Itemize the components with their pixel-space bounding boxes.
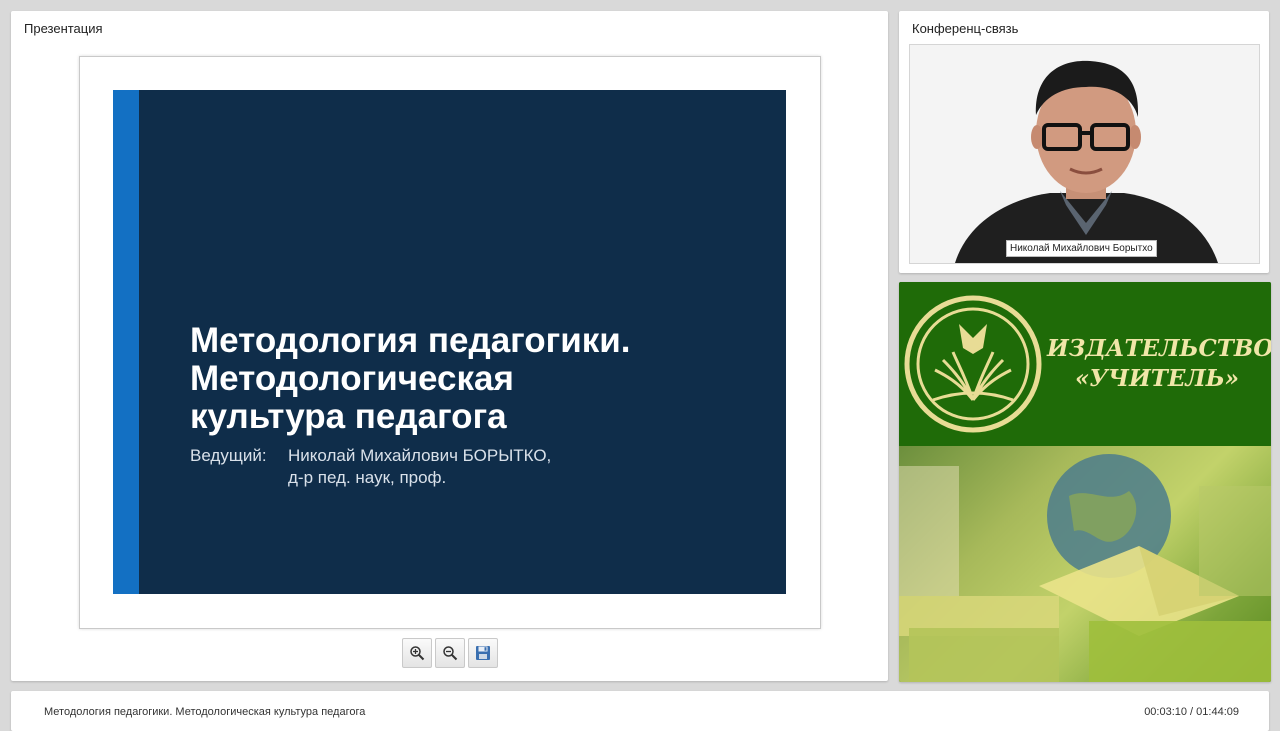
zoom-out-button[interactable] <box>435 638 465 668</box>
slide-title: Методология педагогики. Методологическая… <box>190 322 770 436</box>
ad-text-line: ИЗДАТЕЛЬСТВО <box>1047 335 1271 362</box>
presenter-degree: д-р пед. наук, проф. <box>288 468 447 487</box>
save-button[interactable] <box>468 638 498 668</box>
zoom-out-icon <box>443 646 458 661</box>
zoom-in-icon <box>410 646 425 661</box>
publisher-ad[interactable]: ИЗДАТЕЛЬСТВО «УЧИТЕЛЬ» <box>899 282 1271 682</box>
ad-banner-image <box>899 446 1271 682</box>
slide-frame: Методология педагогики. Методологическая… <box>79 56 821 629</box>
conference-panel: Конференц-связь Николай Михайлович Борыт… <box>899 11 1269 273</box>
books-globe-illustration <box>899 454 1271 682</box>
speaker-caption: Николай Михайлович Борытхо <box>1006 240 1157 257</box>
ad-text-line: «УЧИТЕЛЬ» <box>1074 365 1240 392</box>
lecture-title: Методология педагогики. Методологическая… <box>44 706 366 718</box>
presenter-label: Ведущий: <box>190 446 267 465</box>
conference-panel-title: Конференц-связь <box>912 21 1019 36</box>
presentation-panel-title: Презентация <box>24 21 103 36</box>
speaker-portrait <box>910 45 1259 263</box>
ad-text: ИЗДАТЕЛЬСТВО «УЧИТЕЛЬ» <box>1047 334 1271 394</box>
slide-accent-bar <box>113 90 139 594</box>
save-icon <box>476 646 490 660</box>
slide-title-line: Методология педагогики. <box>190 321 631 360</box>
publisher-logo <box>904 295 1042 433</box>
presentation-panel: Презентация Методология педагогики. Мето… <box>11 11 888 681</box>
bottom-info-bar: Методология педагогики. Методологическая… <box>11 691 1269 731</box>
zoom-in-button[interactable] <box>402 638 432 668</box>
slide: Методология педагогики. Методологическая… <box>113 90 786 594</box>
speaker-video[interactable]: Николай Михайлович Борытхо <box>909 44 1260 264</box>
ad-banner-top: ИЗДАТЕЛЬСТВО «УЧИТЕЛЬ» <box>899 282 1271 446</box>
slide-title-line: Методологическая <box>190 359 514 398</box>
playback-time: 00:03:10 / 01:44:09 <box>1144 706 1239 718</box>
presenter-name: Николай Михайлович БОРЫТКО, <box>288 446 552 465</box>
slide-title-line: культура педагога <box>190 397 507 436</box>
